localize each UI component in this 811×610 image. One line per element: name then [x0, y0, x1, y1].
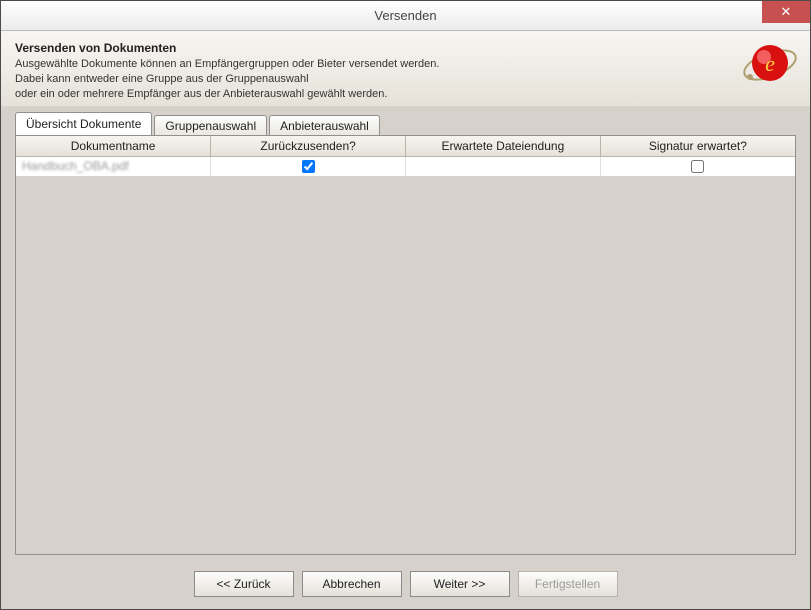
wizard-button-row: << Zurück Abbrechen Weiter >> Fertigstel…	[1, 563, 810, 609]
finish-button: Fertigstellen	[518, 571, 618, 597]
cancel-button[interactable]: Abbrechen	[302, 571, 402, 597]
svg-text:e: e	[765, 51, 775, 76]
cell-signature	[600, 156, 795, 176]
signature-checkbox[interactable]	[691, 160, 704, 173]
cell-document-name: Handbuch_OBA.pdf	[16, 156, 211, 176]
header-panel: Versenden von Dokumenten Ausgewählte Dok…	[1, 31, 810, 106]
header-line-1: Ausgewählte Dokumente können an Empfänge…	[15, 57, 796, 72]
close-icon: ✕	[781, 4, 792, 20]
window-title: Versenden	[1, 8, 810, 23]
header-line-2: Dabei kann entweder eine Gruppe aus der …	[15, 72, 796, 87]
titlebar: Versenden ✕	[1, 1, 810, 31]
content-panel: Dokumentname Zurückzusenden? Erwartete D…	[15, 135, 796, 555]
header-line-3: oder ein oder mehrere Empfänger aus der …	[15, 87, 796, 102]
tab-overview-documents[interactable]: Übersicht Dokumente	[15, 112, 152, 135]
tab-vendor-selection[interactable]: Anbieterauswahl	[269, 115, 380, 136]
documents-table: Dokumentname Zurückzusenden? Erwartete D…	[16, 136, 795, 177]
header-description: Ausgewählte Dokumente können an Empfänge…	[15, 57, 796, 102]
next-button[interactable]: Weiter >>	[410, 571, 510, 597]
col-signature-expected[interactable]: Signatur erwartet?	[600, 136, 795, 157]
col-expected-extension[interactable]: Erwartete Dateiendung	[406, 136, 601, 157]
table-row[interactable]: Handbuch_OBA.pdf	[16, 156, 795, 176]
tab-strip: Übersicht Dokumente Gruppenauswahl Anbie…	[1, 106, 810, 135]
cell-return	[211, 156, 406, 176]
header-title: Versenden von Dokumenten	[15, 41, 796, 55]
col-document-name[interactable]: Dokumentname	[16, 136, 211, 157]
back-button[interactable]: << Zurück	[194, 571, 294, 597]
app-logo-icon: e	[742, 37, 798, 93]
table-header-row: Dokumentname Zurückzusenden? Erwartete D…	[16, 136, 795, 157]
close-button[interactable]: ✕	[762, 1, 810, 23]
cell-extension	[406, 156, 601, 176]
return-checkbox[interactable]	[302, 160, 315, 173]
tab-group-selection[interactable]: Gruppenauswahl	[154, 115, 267, 136]
col-return[interactable]: Zurückzusenden?	[211, 136, 406, 157]
dialog-window: Versenden ✕ Versenden von Dokumenten Aus…	[0, 0, 811, 610]
